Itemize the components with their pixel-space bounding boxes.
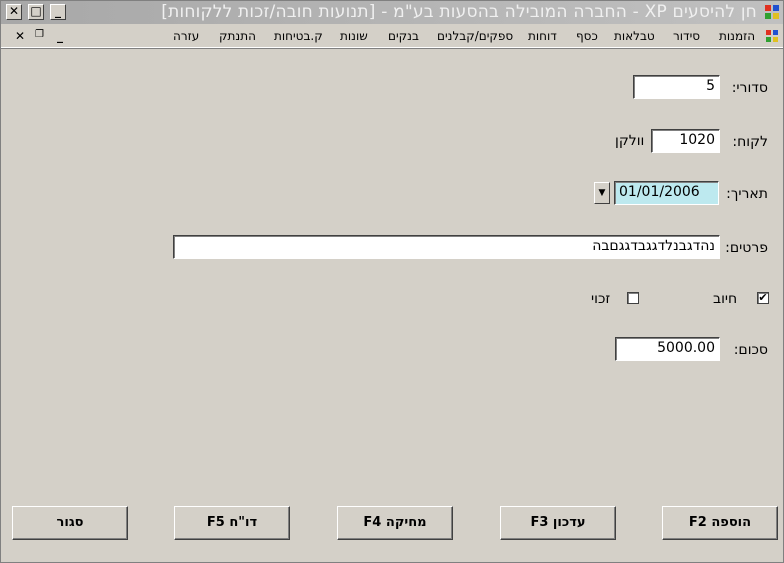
mdi-restore-icon[interactable]: ❐ [35,29,44,40]
minimize-window-button[interactable]: _ [50,4,66,20]
customer-code-field[interactable]: 1020 [651,129,720,153]
add-button[interactable]: הוספה F2 [662,506,778,540]
credit-label: זכוי [591,291,611,307]
menu-schedule[interactable]: סידור [673,29,700,43]
menu-orders[interactable]: הזמנות [719,29,755,43]
date-field[interactable]: 01/01/2006 [614,181,719,205]
maximize-window-button[interactable]: □ [28,4,44,20]
menu-banks[interactable]: בנקים [388,29,419,43]
serial-label: סדורי: [731,80,768,96]
details-label: פרטים: [725,240,768,256]
menu-money[interactable]: כסף [576,29,598,43]
app-icon [765,5,779,19]
window-title: חן להיסעים XP - החברה המובילה בהסעות בע"… [161,2,757,22]
menu-help[interactable]: עזרה [173,29,199,43]
title-bar: ✕ □ _ חן להיסעים XP - החברה המובילה בהסע… [1,1,783,24]
menu-safety[interactable]: ק.בטיחות [274,29,323,43]
date-dropdown-icon[interactable]: ▼ [594,182,610,204]
customer-label: לקוח: [732,134,768,150]
delete-button[interactable]: מחיקה F4 [337,506,453,540]
customer-name-text: וולקן [615,133,645,149]
date-label: תאריך: [726,186,768,202]
edit-button[interactable]: עדכון F3 [500,506,616,540]
close-button[interactable]: סגור [12,506,128,540]
report-button[interactable]: דו"ח F5 [174,506,290,540]
debit-checkbox[interactable]: ✔ [757,292,769,304]
debit-label: חיוב [713,291,738,307]
menu-app-icon [766,30,778,42]
amount-label: סכום: [733,342,768,358]
app-window: ✕ □ _ חן להיסעים XP - החברה המובילה בהסע… [0,0,784,563]
mdi-close-icon[interactable]: ✕ [15,29,25,43]
details-field[interactable]: נהדגבנלדגגבדגגםבה [173,235,720,259]
menu-tables[interactable]: טבלאות [614,29,655,43]
menu-suppliers[interactable]: ספקים/קבלנים [437,29,513,43]
menu-bar: ✕ ❐ _ עזרה התנתק ק.בטיחות שונות בנקים ספ… [1,25,783,48]
credit-checkbox[interactable] [627,292,639,304]
close-window-button[interactable]: ✕ [6,4,22,20]
amount-field[interactable]: 5000.00 [615,337,720,361]
serial-field[interactable]: 5 [633,75,720,99]
mdi-minimize-icon[interactable]: _ [57,29,63,43]
menu-reports[interactable]: דוחות [528,29,557,43]
menu-misc[interactable]: שונות [340,29,368,43]
menu-logout[interactable]: התנתק [219,29,256,43]
